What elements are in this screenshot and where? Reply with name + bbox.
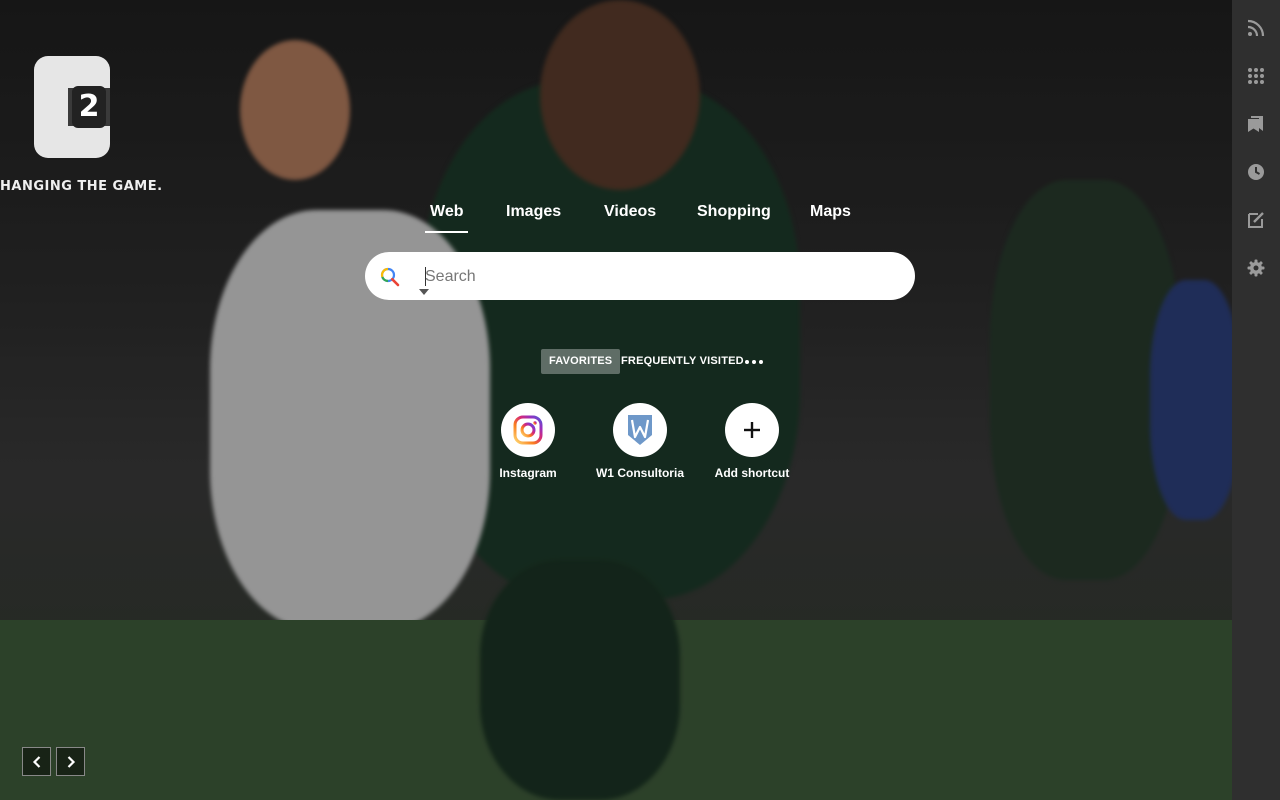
tab-images[interactable]: Images: [506, 203, 561, 221]
search-engine-icon: [380, 267, 400, 287]
tab-videos[interactable]: Videos: [604, 203, 656, 221]
next-background-button[interactable]: [56, 747, 85, 776]
logo-tagline: HANGING THE GAME.: [0, 179, 163, 194]
rss-icon[interactable]: [1247, 19, 1265, 37]
shortcut-label: Instagram: [499, 466, 557, 480]
search-input[interactable]: [423, 264, 897, 290]
shortcut-icon-circle: [613, 403, 667, 457]
notes-icon[interactable]: [1247, 211, 1265, 229]
chevron-left-icon: [32, 756, 41, 768]
category-frequently-visited[interactable]: FREQUENTLY VISITED: [613, 349, 752, 374]
history-icon[interactable]: [1247, 163, 1265, 181]
w1-consultoria-icon: [628, 415, 652, 445]
search-bar: [365, 252, 915, 300]
shortcut-categories: FAVORITES FREQUENTLY VISITED: [0, 349, 1232, 375]
plus-icon: [744, 422, 760, 438]
settings-gear-icon[interactable]: [1247, 259, 1265, 277]
brand-logo: 2 HANGING THE GAME.: [0, 56, 170, 201]
chevron-right-icon: [67, 756, 76, 768]
search-type-tabs: Web Images Videos Shopping Maps: [0, 200, 1232, 240]
tab-web[interactable]: Web: [424, 203, 470, 233]
tab-maps[interactable]: Maps: [810, 203, 851, 221]
background-photo: [0, 0, 1232, 800]
logo-mark-icon: 2: [34, 56, 110, 158]
search-engine-selector[interactable]: [379, 266, 429, 295]
bookmarks-icon[interactable]: [1247, 115, 1265, 133]
shortcut-icon-circle: [725, 403, 779, 457]
add-shortcut-button[interactable]: Add shortcut: [707, 403, 797, 480]
logo-mark-number: 2: [72, 86, 106, 128]
text-cursor: [425, 267, 426, 286]
shortcut-icon-circle: [501, 403, 555, 457]
more-dots-icon[interactable]: [745, 360, 763, 364]
right-sidebar: [1232, 0, 1280, 800]
category-favorites[interactable]: FAVORITES: [541, 349, 621, 374]
shortcut-label: W1 Consultoria: [595, 466, 684, 480]
previous-background-button[interactable]: [22, 747, 51, 776]
shortcut-label: Add shortcut: [714, 466, 790, 480]
instagram-icon: [513, 415, 543, 445]
shortcut-w1-consultoria[interactable]: W1 Consultoria: [595, 403, 685, 480]
shortcut-instagram[interactable]: Instagram: [483, 403, 573, 480]
apps-grid-icon[interactable]: [1247, 67, 1265, 85]
tab-shopping[interactable]: Shopping: [697, 203, 771, 221]
